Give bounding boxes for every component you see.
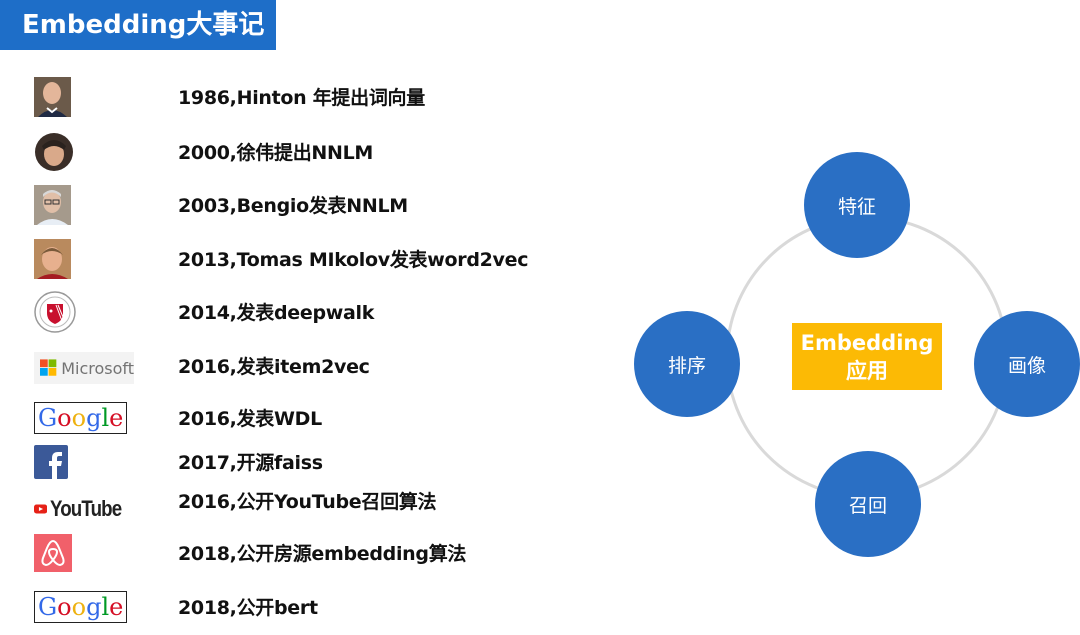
youtube-wordmark: YouTube: [50, 496, 122, 521]
timeline-text: 2016,发表WDL: [178, 408, 322, 430]
node-recall: 召回: [815, 451, 921, 557]
google-logo-icon: Google: [34, 397, 134, 439]
timeline-item: 2018,公开房源embedding算法: [0, 532, 600, 576]
google-wordmark: Google: [34, 402, 128, 434]
timeline-text: 2003,Bengio发表NNLM: [178, 195, 408, 217]
timeline-item: Microsoft 2016,发表item2vec: [0, 345, 600, 389]
timeline-item: YouTube 2016,公开YouTube召回算法: [0, 480, 600, 524]
timeline-item: Google 2018,公开bert: [0, 586, 600, 630]
timeline-text: 1986,Hinton 年提出词向量: [178, 87, 425, 109]
airbnb-logo-icon: [34, 532, 134, 574]
bengio-photo-icon: [34, 184, 134, 226]
google-wordmark: Google: [34, 591, 128, 623]
timeline-text: 2016,公开YouTube召回算法: [178, 491, 437, 513]
embedding-application-diagram: 特征 画像 召回 排序 Embedding 应用: [620, 140, 1080, 560]
hinton-photo-icon: [34, 76, 134, 118]
timeline-item: 2017,开源faiss: [0, 441, 600, 485]
stony-brook-logo-icon: [34, 291, 134, 333]
timeline-text: 2014,发表deepwalk: [178, 302, 375, 324]
node-ranking: 排序: [634, 311, 740, 417]
microsoft-wordmark: Microsoft: [61, 358, 134, 378]
youtube-logo-icon: YouTube: [34, 488, 134, 530]
mikolov-photo-icon: [34, 238, 134, 280]
timeline-item: 2013,Tomas MIkolov发表word2vec: [0, 238, 600, 282]
xu-wei-photo-icon: [34, 131, 134, 173]
center-label-line2: 应用: [846, 358, 888, 383]
timeline-text: 2017,开源faiss: [178, 452, 323, 474]
node-feature: 特征: [804, 152, 910, 258]
center-label: Embedding 应用: [792, 323, 942, 390]
timeline-text: 2018,公开房源embedding算法: [178, 543, 467, 565]
timeline-item: 2000,徐伟提出NNLM: [0, 131, 600, 175]
timeline-item: 2003,Bengio发表NNLM: [0, 184, 600, 228]
node-profile: 画像: [974, 311, 1080, 417]
timeline-text: 2018,公开bert: [178, 597, 318, 619]
page-title: Embedding大事记: [0, 0, 276, 50]
timeline-text: 2016,发表item2vec: [178, 356, 370, 378]
timeline-item: Google 2016,发表WDL: [0, 397, 600, 441]
timeline-item: 2014,发表deepwalk: [0, 291, 600, 335]
center-label-line1: Embedding: [800, 330, 934, 355]
microsoft-logo-icon: Microsoft: [34, 352, 134, 384]
timeline-text: 2000,徐伟提出NNLM: [178, 142, 374, 164]
google-logo-icon: Google: [34, 586, 134, 628]
timeline-text: 2013,Tomas MIkolov发表word2vec: [178, 249, 529, 271]
facebook-logo-icon: [34, 441, 134, 483]
timeline-item: 1986,Hinton 年提出词向量: [0, 76, 600, 120]
